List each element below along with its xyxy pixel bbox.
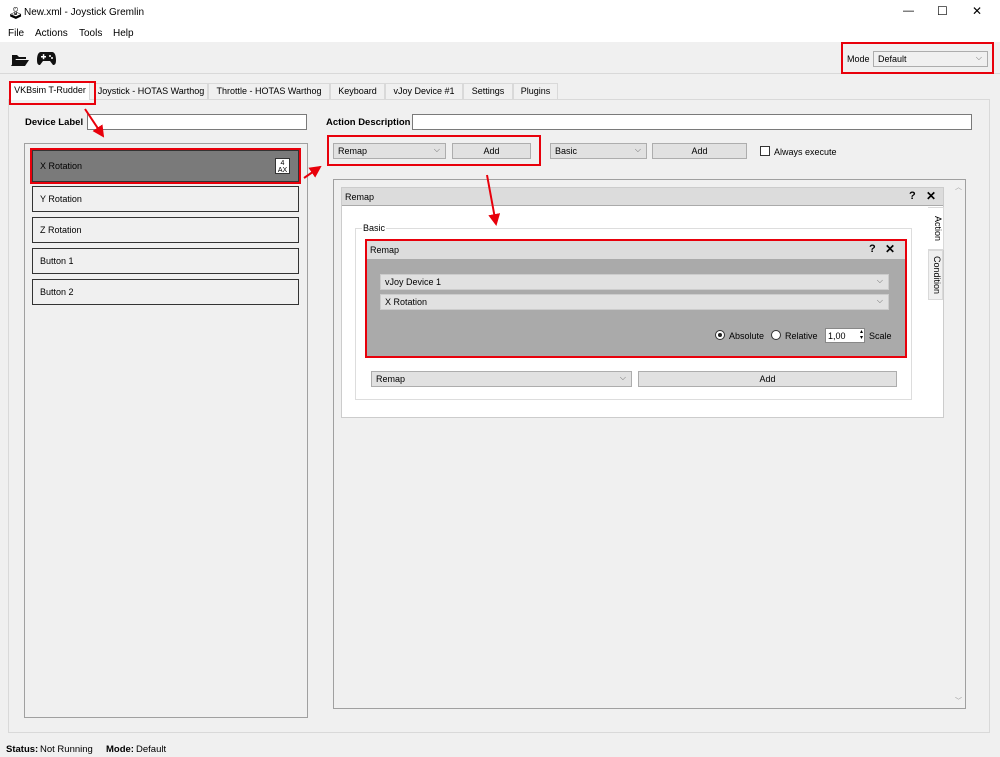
highlight-mode [841, 42, 994, 74]
tab-settings[interactable]: Settings [463, 83, 513, 99]
add-container-button[interactable]: Add [652, 143, 747, 159]
maximize-button[interactable]: ☐ [937, 4, 948, 18]
status-label: Status: [6, 744, 39, 755]
vertical-scrollbar[interactable]: ︿ ﹀ [953, 180, 965, 708]
minimize-button[interactable]: — [903, 5, 914, 17]
scroll-down-icon[interactable]: ﹀ [955, 696, 962, 706]
window-title: New.xml - Joystick Gremlin [24, 7, 145, 18]
tab-vjoy-device[interactable]: vJoy Device #1 [385, 83, 463, 99]
status-mode-value: Default [136, 744, 167, 755]
tab-plugins[interactable]: Plugins [513, 83, 558, 99]
tab-throttle-hotas[interactable]: Throttle - HOTAS Warthog [208, 83, 330, 99]
action-description-label: Action Description [326, 117, 411, 128]
help-icon[interactable]: ? [909, 190, 916, 202]
status-bar: Status: Not Running Mode: Default [0, 740, 1000, 757]
side-tab-condition[interactable]: Condition [928, 250, 943, 300]
chevron-down-icon: ⌵ [634, 145, 641, 154]
input-item-z-rotation[interactable]: Z Rotation [32, 217, 299, 243]
highlight-input [30, 148, 301, 184]
close-icon[interactable]: ✕ [926, 189, 936, 203]
status-mode-label: Mode: [106, 744, 134, 755]
input-item-button-1[interactable]: Button 1 [32, 248, 299, 274]
title-bar: 🕹 New.xml - Joystick Gremlin — ☐ ✕ [0, 0, 1000, 26]
inner-add-button[interactable]: Add [638, 371, 897, 387]
action-description-input[interactable] [412, 114, 972, 130]
folder-open-icon[interactable] [11, 52, 29, 66]
inner-action-select[interactable]: Remap ⌵ [371, 371, 632, 387]
highlight-tab [9, 81, 96, 105]
tab-joystick-hotas[interactable]: Joystick - HOTAS Warthog [94, 83, 208, 99]
highlight-remap [365, 239, 907, 358]
container-title: Remap [345, 192, 375, 202]
container-header: Remap ? ✕ [342, 188, 943, 206]
highlight-add-action [327, 135, 541, 166]
joystick-app-icon: 🕹 [8, 6, 24, 20]
menu-file[interactable]: File [8, 28, 24, 39]
basic-group-label: Basic [362, 223, 387, 233]
always-execute-label: Always execute [774, 147, 837, 157]
menu-bar: File Actions Tools Help [0, 26, 1000, 42]
menu-tools[interactable]: Tools [79, 28, 102, 39]
status-value: Not Running [40, 744, 93, 755]
container-type-value: Basic [555, 146, 578, 156]
always-execute-checkbox[interactable] [760, 146, 770, 156]
device-label-label: Device Label [25, 117, 84, 128]
menu-actions[interactable]: Actions [35, 28, 68, 39]
device-label-input[interactable] [87, 114, 307, 130]
side-tab-action[interactable]: Action [928, 207, 944, 250]
scroll-up-icon[interactable]: ︿ [955, 182, 962, 192]
tab-keyboard[interactable]: Keyboard [330, 83, 385, 99]
inner-action-value: Remap [376, 374, 406, 384]
input-item-button-2[interactable]: Button 2 [32, 279, 299, 305]
input-item-y-rotation[interactable]: Y Rotation [32, 186, 299, 212]
container-type-select[interactable]: Basic ⌵ [550, 143, 647, 159]
close-button[interactable]: ✕ [972, 4, 982, 18]
menu-help[interactable]: Help [113, 28, 134, 39]
chevron-down-icon: ⌵ [619, 373, 626, 382]
gamepad-icon[interactable] [37, 51, 56, 65]
